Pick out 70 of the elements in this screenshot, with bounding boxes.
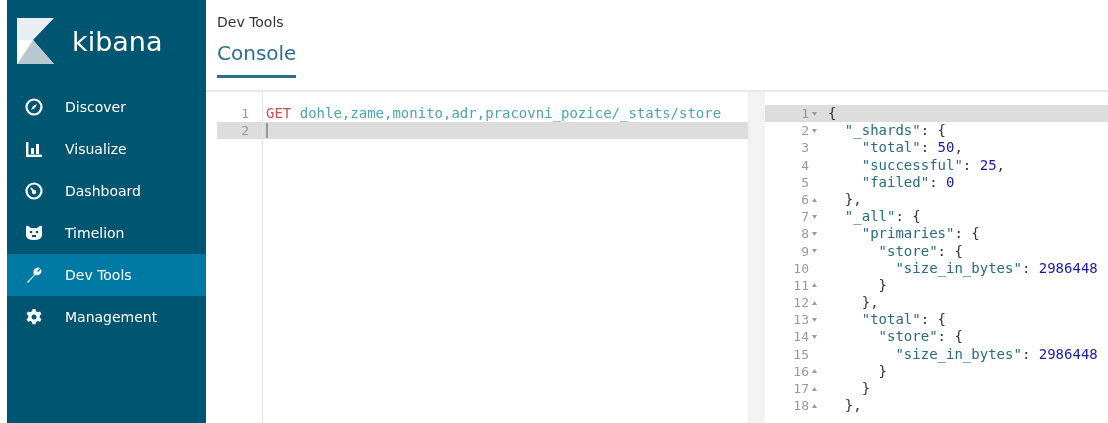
line-number: 16 [792, 362, 809, 380]
line-number: 10 [792, 259, 809, 277]
fold-open-icon[interactable] [811, 231, 817, 236]
line-number: 1 [800, 105, 809, 123]
code-line: }, [843, 397, 862, 415]
line-number: 8 [800, 225, 809, 243]
fold-open-icon[interactable] [811, 335, 817, 340]
fold-close-icon[interactable] [811, 300, 817, 305]
nav-item[interactable]: Dev Tools [7, 254, 206, 296]
nav-item[interactable]: Discover [7, 86, 206, 128]
code-line: { [828, 105, 837, 123]
request-editor[interactable]: 1 GET dohle,zame,monito,adr,pracovni_pozice/_stats/store 2 [217, 92, 750, 423]
line-number: 1 [240, 105, 249, 122]
line-number: 12 [792, 294, 809, 312]
code-line: "_all": { [843, 208, 921, 226]
line-number: 15 [792, 345, 809, 363]
code-line: "total": { [860, 311, 946, 329]
code-line: "successful": 25, [860, 156, 1005, 174]
code-line: "store": { [877, 328, 963, 346]
fold-close-icon[interactable] [811, 197, 817, 202]
line-number: 4 [800, 156, 809, 174]
code-line: }, [860, 294, 879, 312]
line-number: 6 [800, 190, 809, 209]
line-number: 7 [800, 208, 809, 226]
code-line: } [877, 362, 887, 380]
fold-close-icon[interactable] [811, 386, 817, 391]
code-line: "size_in_bytes": 2986448 [894, 345, 1098, 363]
code-line: "_shards": { [843, 122, 946, 140]
logo-text: kibana [72, 25, 163, 57]
fold-open-icon[interactable] [811, 111, 817, 116]
fold-open-icon[interactable] [811, 317, 817, 322]
line-number: 5 [800, 173, 809, 191]
fold-close-icon[interactable] [811, 369, 817, 374]
code-line: "failed": 0 [860, 173, 955, 191]
code-line: "total": 50, [860, 139, 963, 157]
fold-close-icon[interactable] [811, 283, 817, 288]
breadcrumb: Dev Tools [217, 14, 284, 30]
nav-item[interactable]: Management [7, 296, 206, 338]
logo-icon [17, 18, 54, 64]
code-line: GET dohle,zame,monito,adr,pracovni_pozice/_stats/store [266, 105, 722, 122]
line-number: 13 [792, 311, 809, 329]
line-number: 2 [800, 122, 809, 140]
gear-icon [25, 308, 43, 326]
line-number: 17 [792, 380, 809, 398]
text-cursor [266, 123, 268, 138]
gauge-icon [25, 182, 43, 200]
code-line: "primaries": { [860, 225, 980, 243]
code-line: }, [843, 190, 862, 209]
line-number: 18 [792, 397, 809, 415]
fold-open-icon[interactable] [811, 214, 817, 219]
bar-chart-icon [25, 140, 43, 158]
fold-close-icon[interactable] [811, 403, 817, 408]
nav-item[interactable]: Visualize [7, 128, 206, 170]
line-number: 9 [800, 242, 809, 260]
code-line: "size_in_bytes": 2986448 [894, 259, 1098, 277]
console-tab[interactable]: Console [217, 41, 297, 78]
fold-open-icon[interactable] [811, 128, 817, 133]
code-line: "store": { [877, 242, 963, 260]
code-line: } [877, 276, 887, 295]
bear-face-icon [25, 224, 43, 242]
nav-item[interactable]: Timelion [7, 212, 206, 254]
line-number: 14 [792, 328, 809, 346]
line-number: 3 [800, 139, 809, 157]
line-number: 2 [240, 122, 249, 139]
fold-open-icon[interactable] [811, 249, 817, 254]
nav-item[interactable]: Dashboard [7, 170, 206, 212]
wrench-icon [25, 266, 43, 284]
line-number: 11 [792, 276, 809, 295]
compass-icon [25, 98, 43, 116]
code-line: } [860, 380, 871, 398]
